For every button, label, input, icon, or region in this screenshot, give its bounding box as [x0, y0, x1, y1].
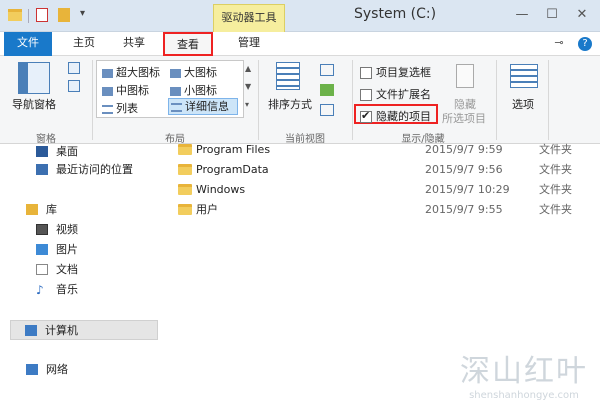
checkbox-icon[interactable]	[360, 67, 372, 79]
help-icon[interactable]: ?	[578, 37, 592, 51]
recent-places-icon	[36, 164, 48, 175]
nav-item-recent[interactable]: 最近访问的位置	[0, 160, 160, 180]
nav-item-network[interactable]: 网络	[0, 360, 160, 380]
folder-icon	[178, 184, 192, 195]
folder-app-icon	[8, 9, 22, 21]
ribbon-separator	[352, 60, 353, 140]
hide-selected-line2[interactable]: 所选项目	[442, 110, 486, 126]
layout-extra-large-icons[interactable]: 超大图标	[102, 64, 160, 80]
watermark: 深山红叶 shenshanhongye.com	[460, 346, 588, 401]
desktop-icon	[36, 146, 48, 157]
close-button[interactable]: ✕	[568, 8, 596, 24]
nav-pane-icon-strip	[18, 62, 28, 94]
drive-tools-context-tab: 驱动器工具	[213, 4, 285, 32]
libraries-icon	[26, 204, 38, 215]
nav-pane-button[interactable]: 导航窗格	[12, 96, 56, 112]
maximize-button[interactable]: ☐	[538, 8, 566, 24]
group-by-icon[interactable]	[320, 64, 334, 76]
tab-manage[interactable]: 管理	[226, 32, 272, 56]
file-row[interactable]: 用户 2015/9/7 9:55 文件夹	[174, 200, 574, 220]
preview-pane-icon[interactable]	[68, 62, 80, 74]
gallery-more-icon[interactable]: ▾	[245, 100, 249, 109]
folder-icon	[178, 164, 192, 175]
computer-icon	[25, 325, 37, 336]
qat-dropdown-icon[interactable]: ▾	[80, 8, 85, 19]
folder-icon	[178, 144, 192, 155]
ribbon-separator	[258, 60, 259, 140]
checked-checkbox-icon[interactable]	[360, 109, 372, 123]
pin-ribbon-icon[interactable]: ⊸	[548, 32, 570, 56]
gallery-up-icon[interactable]: ▲	[245, 64, 251, 73]
file-row[interactable]: Program Files 2015/9/7 9:59 文件夹	[174, 140, 574, 160]
nav-item-libraries[interactable]: 库	[0, 200, 160, 220]
layout-large-icons[interactable]: 大图标	[170, 64, 217, 80]
minimize-button[interactable]: —	[508, 8, 536, 24]
hidden-items-toggle[interactable]: 隐藏的项目	[360, 108, 431, 124]
layout-small-icons[interactable]: 小图标	[170, 82, 217, 98]
sort-by-button[interactable]: 排序方式	[268, 96, 312, 112]
pictures-icon	[36, 244, 48, 255]
file-row[interactable]: Windows 2015/9/7 10:29 文件夹	[174, 180, 574, 200]
layout-list[interactable]: 列表	[102, 100, 138, 116]
qat-divider	[28, 9, 29, 23]
layout-details[interactable]: 详细信息	[168, 98, 238, 115]
hide-selected-icon[interactable]	[456, 64, 474, 88]
gallery-down-icon[interactable]: ▼	[245, 82, 251, 91]
options-icon[interactable]	[510, 64, 538, 88]
window-title: System (C:)	[354, 6, 437, 22]
size-columns-icon[interactable]	[320, 104, 334, 116]
nav-item-documents[interactable]: 文档	[0, 260, 160, 280]
documents-icon	[36, 264, 48, 275]
nav-item-computer[interactable]: 计算机	[10, 320, 158, 340]
ribbon-separator	[548, 60, 549, 140]
nav-item-desktop[interactable]: 桌面	[0, 142, 160, 162]
videos-icon	[36, 224, 48, 235]
tab-file[interactable]: 文件	[4, 32, 52, 56]
nav-item-music[interactable]: ♪ 音乐	[0, 280, 160, 300]
music-icon: ♪	[36, 283, 44, 297]
file-row[interactable]: ProgramData 2015/9/7 9:56 文件夹	[174, 160, 574, 180]
details-pane-icon[interactable]	[68, 80, 80, 92]
new-folder-icon[interactable]	[58, 8, 70, 22]
sort-by-icon[interactable]	[276, 62, 300, 90]
ribbon-separator	[92, 60, 93, 140]
network-icon	[26, 364, 38, 375]
tab-home[interactable]: 主页	[62, 32, 106, 56]
add-columns-icon[interactable]	[320, 84, 334, 96]
folder-icon	[178, 204, 192, 215]
layout-medium-icons[interactable]: 中图标	[102, 82, 149, 98]
file-extensions-toggle[interactable]: 文件扩展名	[360, 86, 431, 102]
nav-item-videos[interactable]: 视频	[0, 220, 160, 240]
item-checkboxes-toggle[interactable]: 项目复选框	[360, 64, 431, 80]
properties-icon[interactable]	[36, 8, 48, 22]
ribbon-separator	[496, 60, 497, 140]
nav-item-pictures[interactable]: 图片	[0, 240, 160, 260]
tab-view[interactable]: 查看	[163, 32, 213, 56]
checkbox-icon[interactable]	[360, 89, 372, 101]
watermark-url: shenshanhongye.com	[469, 390, 579, 401]
tab-share[interactable]: 共享	[112, 32, 156, 56]
options-button[interactable]: 选项	[512, 96, 534, 112]
watermark-text: 深山红叶	[460, 354, 588, 389]
